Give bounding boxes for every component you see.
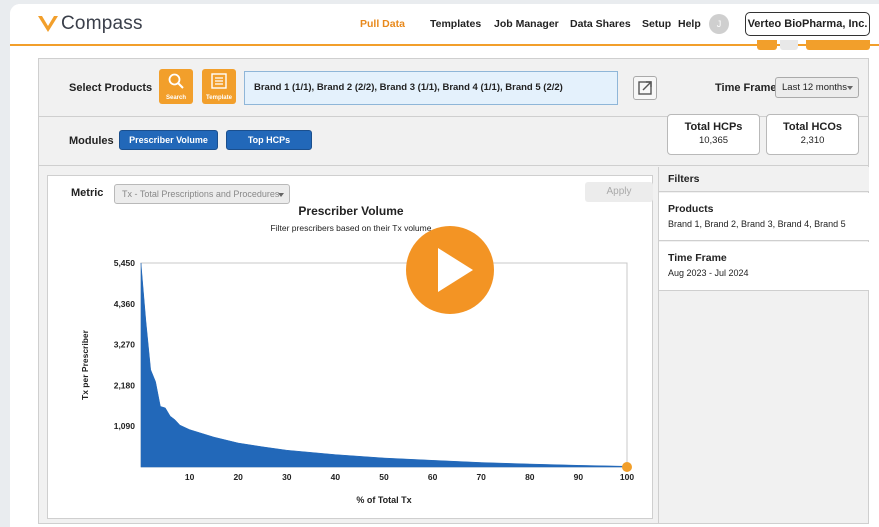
range-slider-handle[interactable] (622, 462, 632, 472)
total-hcos-value: 2,310 (800, 135, 825, 146)
external-link-icon (638, 81, 652, 95)
y-tick-label: 5,450 (114, 258, 136, 268)
play-icon (438, 248, 473, 292)
hidden-tab-orange[interactable] (757, 40, 777, 50)
data-area-series (140, 262, 628, 468)
y-axis-label: Tx per Prescriber (80, 329, 90, 400)
nav-help[interactable]: Help (678, 18, 701, 30)
time-frame-select[interactable]: Last 12 months (775, 77, 859, 98)
x-tick-label: 50 (379, 472, 389, 482)
filter-time-frame-value: Aug 2023 - Jul 2024 (668, 268, 749, 278)
template-icon (211, 73, 227, 89)
total-hcps-title: Total HCPs (684, 121, 743, 133)
total-hcps-value: 10,365 (698, 135, 729, 146)
x-tick-label: 30 (282, 472, 292, 482)
y-tick-label: 1,090 (114, 421, 136, 431)
nav-pull-data[interactable]: Pull Data (360, 18, 405, 30)
open-external-button[interactable] (633, 76, 657, 100)
filter-products[interactable]: Products Brand 1, Brand 2, Brand 3, Bran… (659, 193, 869, 241)
select-products-row: Select Products Search Template Brand 1 … (39, 59, 868, 117)
select-products-label: Select Products (69, 82, 153, 94)
filters-panel: Filters Products Brand 1, Brand 2, Brand… (658, 167, 869, 523)
filter-time-frame-label: Time Frame (668, 252, 727, 264)
search-button-label: Search (165, 95, 186, 101)
x-tick-label: 20 (233, 472, 243, 482)
x-tick-label: 60 (428, 472, 438, 482)
prescriber-volume-chart[interactable]: 1,090 2,180 3,270 4,360 5,450 10 20 30 40 50 60 70… (48, 176, 654, 520)
x-axis-ticks: 10 20 30 40 50 60 70 80 90 100 (185, 472, 634, 482)
total-hcos-title: Total HCOs (782, 121, 843, 133)
template-button[interactable]: Template (202, 69, 236, 104)
x-tick-label: 10 (185, 472, 195, 482)
search-button[interactable]: Search (159, 69, 193, 104)
hidden-tab-orange-wide[interactable] (806, 40, 870, 50)
modules-label: Modules (69, 135, 114, 147)
avatar[interactable]: J (709, 14, 729, 34)
y-tick-label: 2,180 (114, 380, 136, 390)
chart-card: Metric Tx - Total Prescriptions and Proc… (47, 175, 653, 519)
nav-data-shares[interactable]: Data Shares (570, 18, 631, 30)
modules-row: Modules Prescriber Volume Top HCPs Total… (39, 114, 868, 166)
filter-products-label: Products (668, 203, 714, 215)
top-nav: Compass Pull Data Templates Job Manager … (10, 4, 879, 46)
search-icon (168, 73, 184, 89)
compass-logo-icon (38, 16, 58, 32)
x-tick-label: 40 (331, 472, 341, 482)
x-tick-label: 70 (476, 472, 486, 482)
module-prescriber-volume-button[interactable]: Prescriber Volume (119, 130, 218, 150)
x-tick-label: 90 (574, 472, 584, 482)
nav-job-manager[interactable]: Job Manager (494, 18, 559, 30)
x-tick-label: 100 (620, 472, 634, 482)
nav-setup[interactable]: Setup (642, 18, 671, 30)
time-frame-label: Time Frame (715, 82, 777, 94)
filter-time-frame[interactable]: Time Frame Aug 2023 - Jul 2024 (659, 242, 869, 291)
template-button-label: Template (206, 95, 232, 101)
module-top-hcps-button[interactable]: Top HCPs (226, 130, 312, 150)
x-axis-label: % of Total Tx (356, 495, 411, 505)
time-frame-value: Last 12 months (782, 82, 847, 93)
logo-text: Compass (61, 13, 143, 34)
video-play-button[interactable] (406, 226, 494, 314)
y-tick-label: 4,360 (114, 299, 136, 309)
x-tick-label: 80 (525, 472, 535, 482)
logo[interactable]: Compass (37, 13, 143, 35)
filters-title: Filters (659, 167, 869, 192)
hidden-tab-gray[interactable] (780, 40, 798, 50)
y-tick-label: 3,270 (114, 340, 136, 350)
nav-templates[interactable]: Templates (430, 18, 481, 30)
filter-products-value: Brand 1, Brand 2, Brand 3, Brand 4, Bran… (668, 219, 846, 229)
chevron-down-icon (847, 86, 853, 90)
plot-frame (140, 262, 628, 468)
total-hcps-card: Total HCPs 10,365 (667, 114, 760, 155)
company-selector[interactable]: Verteo BioPharma, Inc. (745, 12, 870, 36)
total-hcos-card: Total HCOs 2,310 (766, 114, 859, 155)
y-axis-ticks: 1,090 2,180 3,270 4,360 5,450 (114, 258, 136, 431)
selected-products-field[interactable]: Brand 1 (1/1), Brand 2 (2/2), Brand 3 (1… (244, 71, 618, 105)
